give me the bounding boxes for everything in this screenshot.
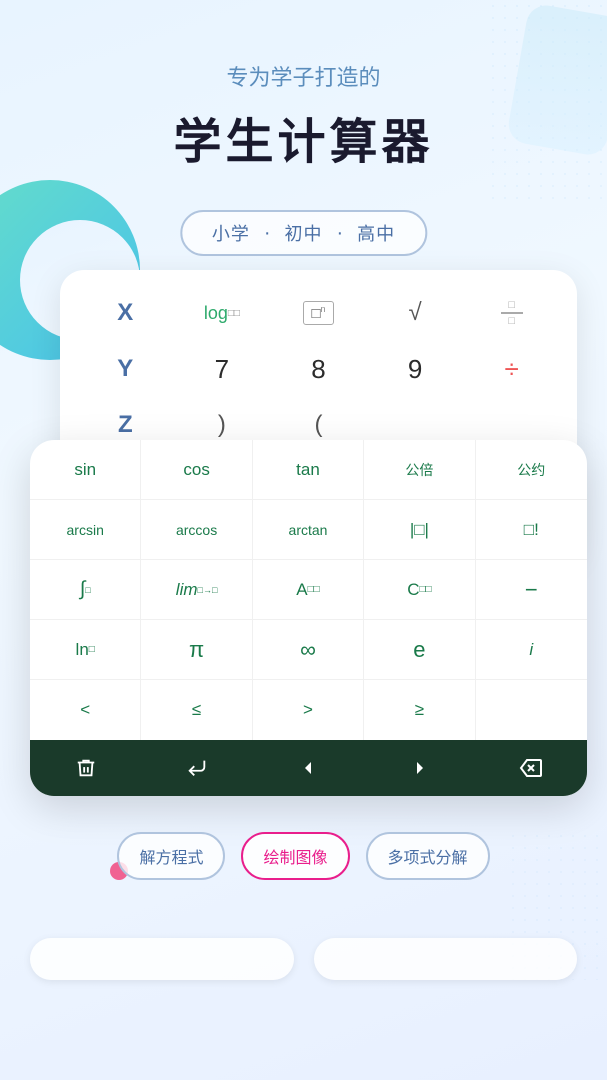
- key-sin[interactable]: sin: [30, 440, 141, 500]
- key-combination-c[interactable]: C□□: [364, 560, 475, 620]
- keyboard-toolbar: [30, 740, 587, 796]
- calc-8[interactable]: 8: [271, 342, 366, 396]
- toolbar-left[interactable]: [253, 740, 364, 796]
- key-tan[interactable]: tan: [253, 440, 364, 500]
- key-arcsin[interactable]: arcsin: [30, 500, 141, 560]
- keyboard-card: sin cos tan 公倍 公约 arcsin arccos arctan |…: [30, 440, 587, 796]
- key-lim[interactable]: lim□→□: [141, 560, 252, 620]
- key-ln[interactable]: ln□: [30, 620, 141, 680]
- btn-polynomial[interactable]: 多项式分解: [366, 832, 490, 880]
- key-factorial[interactable]: □!: [476, 500, 587, 560]
- main-title: 学生计算器: [0, 102, 607, 172]
- key-geq[interactable]: ≥: [364, 680, 475, 740]
- calc-log[interactable]: log□□: [175, 286, 270, 340]
- calc-power[interactable]: □n: [271, 286, 366, 340]
- key-imaginary[interactable]: i: [476, 620, 587, 680]
- key-combination-a[interactable]: A□□: [253, 560, 364, 620]
- key-pi[interactable]: π: [141, 620, 252, 680]
- key-integral[interactable]: ∫□: [30, 560, 141, 620]
- key-minus[interactable]: −: [476, 560, 587, 620]
- toolbar-enter[interactable]: [141, 740, 252, 796]
- toolbar-backspace[interactable]: [476, 740, 587, 796]
- level-middle: 初中: [285, 220, 323, 246]
- level-pill: 小学 · 初中 · 高中: [180, 210, 427, 256]
- header: 专为学子打造的 学生计算器: [0, 60, 607, 172]
- calc-sqrt[interactable]: √: [368, 286, 463, 340]
- toolbar-right[interactable]: [364, 740, 475, 796]
- key-less[interactable]: <: [30, 680, 141, 740]
- calc-var-y[interactable]: Y: [78, 342, 173, 396]
- dot-sep-1: ·: [264, 222, 271, 245]
- key-greater[interactable]: >: [253, 680, 364, 740]
- btn-draw-graph[interactable]: 绘制图像: [241, 832, 349, 880]
- key-cos[interactable]: cos: [141, 440, 252, 500]
- key-empty: [476, 680, 587, 740]
- level-elementary: 小学: [212, 220, 250, 246]
- key-arccos[interactable]: arccos: [141, 500, 252, 560]
- calc-7[interactable]: 7: [175, 342, 270, 396]
- subtitle: 专为学子打造的: [0, 60, 607, 92]
- calc-div[interactable]: ÷: [464, 342, 559, 396]
- key-euler[interactable]: e: [364, 620, 475, 680]
- calc-var-x[interactable]: X: [78, 286, 173, 340]
- level-high: 高中: [357, 220, 395, 246]
- toolbar-delete-all[interactable]: [30, 740, 141, 796]
- bottom-bar-left[interactable]: [30, 938, 294, 980]
- btn-solve-equation[interactable]: 解方程式: [117, 832, 225, 880]
- key-gongyue[interactable]: 公约: [476, 440, 587, 500]
- key-abs[interactable]: |□|: [364, 500, 475, 560]
- dot-sep-2: ·: [337, 222, 344, 245]
- keyboard-grid: sin cos tan 公倍 公约 arcsin arccos arctan |…: [30, 440, 587, 740]
- key-arctan[interactable]: arctan: [253, 500, 364, 560]
- key-infinity[interactable]: ∞: [253, 620, 364, 680]
- calc-frac[interactable]: □ □: [464, 286, 559, 340]
- calc-9[interactable]: 9: [368, 342, 463, 396]
- key-gongbei[interactable]: 公倍: [364, 440, 475, 500]
- bottom-bar-right[interactable]: [314, 938, 578, 980]
- calc-bg-grid: X log□□ □n √ □ □ Y 7 8 9 ÷ Z ) (: [70, 286, 567, 452]
- level-bar: 小学 · 初中 · 高中: [180, 210, 427, 256]
- bottom-bars: [30, 938, 577, 980]
- key-leq[interactable]: ≤: [141, 680, 252, 740]
- bottom-pills: 解方程式 绘制图像 多项式分解: [0, 832, 607, 880]
